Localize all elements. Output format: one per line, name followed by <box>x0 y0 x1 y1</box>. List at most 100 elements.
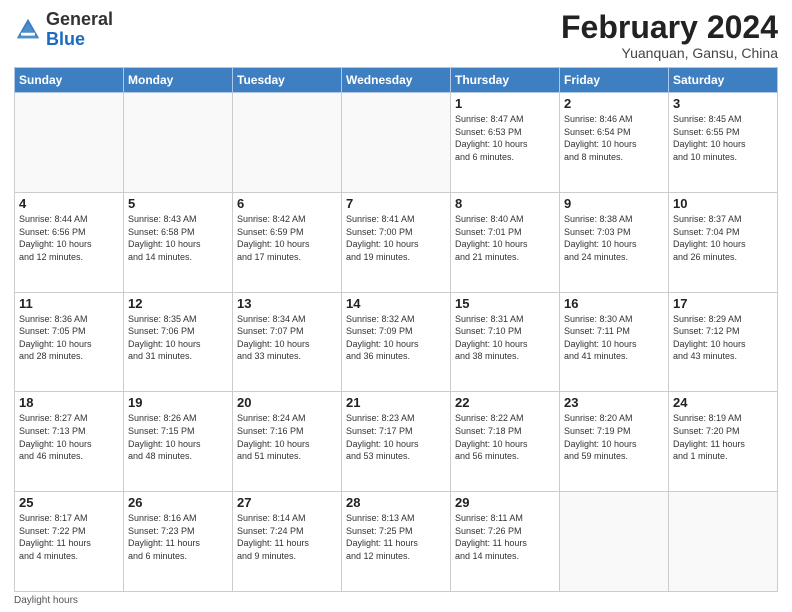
day-info: Sunrise: 8:41 AM Sunset: 7:00 PM Dayligh… <box>346 213 446 263</box>
day-info: Sunrise: 8:40 AM Sunset: 7:01 PM Dayligh… <box>455 213 555 263</box>
day-number: 25 <box>19 495 119 510</box>
day-number: 3 <box>673 96 773 111</box>
logo: General Blue <box>14 10 113 50</box>
title-area: February 2024 Yuanquan, Gansu, China <box>561 10 778 61</box>
logo-general: General <box>46 9 113 29</box>
day-number: 10 <box>673 196 773 211</box>
calendar-cell: 11 Sunrise: 8:36 AM Sunset: 7:05 PM Dayli… <box>15 292 124 392</box>
day-info: Sunrise: 8:17 AM Sunset: 7:22 PM Dayligh… <box>19 512 119 562</box>
page-header: General Blue February 2024 Yuanquan, Gan… <box>14 10 778 61</box>
day-info: Sunrise: 8:11 AM Sunset: 7:26 PM Dayligh… <box>455 512 555 562</box>
day-info: Sunrise: 8:36 AM Sunset: 7:05 PM Dayligh… <box>19 313 119 363</box>
day-info: Sunrise: 8:32 AM Sunset: 7:09 PM Dayligh… <box>346 313 446 363</box>
day-number: 14 <box>346 296 446 311</box>
day-info: Sunrise: 8:29 AM Sunset: 7:12 PM Dayligh… <box>673 313 773 363</box>
calendar-cell: 19Sunrise: 8:26 AM Sunset: 7:15 PM Dayli… <box>124 392 233 492</box>
calendar-cell: 3 Sunrise: 8:45 AM Sunset: 6:55 PM Daylig… <box>669 93 778 193</box>
day-header-monday: Monday <box>124 68 233 93</box>
calendar-cell: 1 Sunrise: 8:47 AM Sunset: 6:53 PM Daylig… <box>451 93 560 193</box>
day-number: 5 <box>128 196 228 211</box>
calendar-cell <box>124 93 233 193</box>
month-title: February 2024 <box>561 10 778 45</box>
day-number: 18 <box>19 395 119 410</box>
day-info: Sunrise: 8:44 AM Sunset: 6:56 PM Dayligh… <box>19 213 119 263</box>
day-info: Sunrise: 8:22 AM Sunset: 7:18 PM Dayligh… <box>455 412 555 462</box>
calendar-cell: 5 Sunrise: 8:43 AM Sunset: 6:58 PM Daylig… <box>124 192 233 292</box>
day-number: 19 <box>128 395 228 410</box>
calendar-cell: 24 Sunrise: 8:19 AM Sunset: 7:20 PM Dayli… <box>669 392 778 492</box>
day-number: 28 <box>346 495 446 510</box>
day-number: 6 <box>237 196 337 211</box>
day-number: 22 <box>455 395 555 410</box>
day-header-wednesday: Wednesday <box>342 68 451 93</box>
calendar-cell: 26 Sunrise: 8:16 AM Sunset: 7:23 PM Dayli… <box>124 492 233 592</box>
day-number: 15 <box>455 296 555 311</box>
footer-note: Daylight hours <box>14 595 778 606</box>
day-info: Sunrise: 8:14 AM Sunset: 7:24 PM Dayligh… <box>237 512 337 562</box>
day-number: 9 <box>564 196 664 211</box>
calendar-cell: 20 Sunrise: 8:24 AM Sunset: 7:16 PM Dayli… <box>233 392 342 492</box>
day-info: Sunrise: 8:46 AM Sunset: 6:54 PM Dayligh… <box>564 113 664 163</box>
day-number: 12 <box>128 296 228 311</box>
day-info: Sunrise: 8:30 AM Sunset: 7:11 PM Dayligh… <box>564 313 664 363</box>
day-info: Sunrise: 8:27 AM Sunset: 7:13 PM Dayligh… <box>19 412 119 462</box>
calendar-cell: 18 Sunrise: 8:27 AM Sunset: 7:13 PM Dayli… <box>15 392 124 492</box>
logo-blue: Blue <box>46 29 85 49</box>
calendar-cell <box>233 93 342 193</box>
day-number: 4 <box>19 196 119 211</box>
calendar-cell <box>15 93 124 193</box>
day-number: 29 <box>455 495 555 510</box>
day-number: 16 <box>564 296 664 311</box>
day-info: Sunrise: 8:19 AM Sunset: 7:20 PM Dayligh… <box>673 412 773 462</box>
day-info: Sunrise: 8:16 AM Sunset: 7:23 PM Dayligh… <box>128 512 228 562</box>
calendar-cell: 25 Sunrise: 8:17 AM Sunset: 7:22 PM Dayli… <box>15 492 124 592</box>
day-info: Sunrise: 8:23 AM Sunset: 7:17 PM Dayligh… <box>346 412 446 462</box>
day-number: 17 <box>673 296 773 311</box>
calendar-cell: 29 Sunrise: 8:11 AM Sunset: 7:26 PM Dayli… <box>451 492 560 592</box>
day-number: 7 <box>346 196 446 211</box>
calendar-cell: 2 Sunrise: 8:46 AM Sunset: 6:54 PM Daylig… <box>560 93 669 193</box>
location-subtitle: Yuanquan, Gansu, China <box>561 45 778 61</box>
day-number: 26 <box>128 495 228 510</box>
day-info: Sunrise: 8:20 AM Sunset: 7:19 PM Dayligh… <box>564 412 664 462</box>
calendar-cell <box>560 492 669 592</box>
calendar-cell: 21 Sunrise: 8:23 AM Sunset: 7:17 PM Dayli… <box>342 392 451 492</box>
day-number: 13 <box>237 296 337 311</box>
calendar-cell: 7 Sunrise: 8:41 AM Sunset: 7:00 PM Daylig… <box>342 192 451 292</box>
calendar-cell: 16 Sunrise: 8:30 AM Sunset: 7:11 PM Dayli… <box>560 292 669 392</box>
day-info: Sunrise: 8:34 AM Sunset: 7:07 PM Dayligh… <box>237 313 337 363</box>
day-number: 27 <box>237 495 337 510</box>
calendar-week-5: 25 Sunrise: 8:17 AM Sunset: 7:22 PM Dayli… <box>15 492 778 592</box>
day-info: Sunrise: 8:45 AM Sunset: 6:55 PM Dayligh… <box>673 113 773 163</box>
day-info: Sunrise: 8:35 AM Sunset: 7:06 PM Dayligh… <box>128 313 228 363</box>
day-number: 11 <box>19 296 119 311</box>
calendar-week-2: 4 Sunrise: 8:44 AM Sunset: 6:56 PM Daylig… <box>15 192 778 292</box>
day-number: 21 <box>346 395 446 410</box>
day-header-sunday: Sunday <box>15 68 124 93</box>
day-header-saturday: Saturday <box>669 68 778 93</box>
calendar-cell: 15Sunrise: 8:31 AM Sunset: 7:10 PM Dayli… <box>451 292 560 392</box>
calendar-cell: 8 Sunrise: 8:40 AM Sunset: 7:01 PM Daylig… <box>451 192 560 292</box>
day-number: 1 <box>455 96 555 111</box>
calendar-cell: 28Sunrise: 8:13 AM Sunset: 7:25 PM Dayli… <box>342 492 451 592</box>
day-info: Sunrise: 8:43 AM Sunset: 6:58 PM Dayligh… <box>128 213 228 263</box>
calendar-week-1: 1 Sunrise: 8:47 AM Sunset: 6:53 PM Daylig… <box>15 93 778 193</box>
day-number: 24 <box>673 395 773 410</box>
calendar-week-3: 11 Sunrise: 8:36 AM Sunset: 7:05 PM Dayli… <box>15 292 778 392</box>
calendar-cell: 22 Sunrise: 8:22 AM Sunset: 7:18 PM Dayli… <box>451 392 560 492</box>
calendar-cell <box>669 492 778 592</box>
day-number: 8 <box>455 196 555 211</box>
calendar-header-row: SundayMondayTuesdayWednesdayThursdayFrid… <box>15 68 778 93</box>
logo-text: General Blue <box>46 10 113 50</box>
day-info: Sunrise: 8:47 AM Sunset: 6:53 PM Dayligh… <box>455 113 555 163</box>
day-number: 2 <box>564 96 664 111</box>
day-info: Sunrise: 8:37 AM Sunset: 7:04 PM Dayligh… <box>673 213 773 263</box>
day-info: Sunrise: 8:24 AM Sunset: 7:16 PM Dayligh… <box>237 412 337 462</box>
calendar-cell: 23Sunrise: 8:20 AM Sunset: 7:19 PM Dayli… <box>560 392 669 492</box>
calendar-table: SundayMondayTuesdayWednesdayThursdayFrid… <box>14 67 778 592</box>
logo-icon <box>14 16 42 44</box>
day-number: 20 <box>237 395 337 410</box>
day-header-thursday: Thursday <box>451 68 560 93</box>
calendar-cell: 9Sunrise: 8:38 AM Sunset: 7:03 PM Daylig… <box>560 192 669 292</box>
day-header-friday: Friday <box>560 68 669 93</box>
